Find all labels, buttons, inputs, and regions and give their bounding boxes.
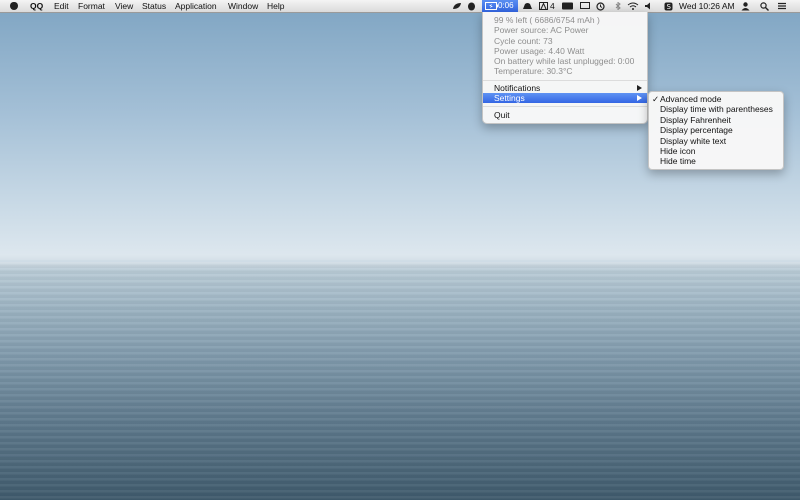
svg-text:S: S xyxy=(667,3,672,11)
volume-icon[interactable] xyxy=(645,2,652,10)
time-machine-icon[interactable] xyxy=(596,2,605,11)
leaf-icon[interactable] xyxy=(452,2,462,10)
skype-icon[interactable]: S xyxy=(664,2,673,11)
sea-texture xyxy=(0,262,800,500)
desktop-wallpaper xyxy=(0,0,800,500)
last-unplugged-info: On battery while last unplugged: 0:00 xyxy=(494,56,635,66)
advanced-mode-label: Advanced mode xyxy=(660,94,722,104)
menu-status[interactable]: Status xyxy=(142,0,166,12)
menu-help[interactable]: Help xyxy=(267,0,284,12)
power-usage-info: Power usage: 4.40 Watt xyxy=(494,46,585,56)
notifications-menu-item[interactable]: Notifications xyxy=(483,83,647,93)
menu-application[interactable]: Application xyxy=(175,0,217,12)
bluetooth-icon[interactable] xyxy=(615,2,621,10)
submenu-arrow-icon xyxy=(637,95,642,101)
advanced-mode-item[interactable]: ✓ Advanced mode xyxy=(649,94,783,104)
checkmark-icon: ✓ xyxy=(652,94,660,104)
menu-format[interactable]: Format xyxy=(78,0,105,12)
display-icon[interactable] xyxy=(580,2,590,10)
submenu-arrow-icon xyxy=(637,85,642,91)
settings-label: Settings xyxy=(494,93,525,103)
battery-icon xyxy=(485,2,498,10)
qq-penguin-icon[interactable] xyxy=(467,2,476,11)
menu-window[interactable]: Window xyxy=(228,0,258,12)
menubar-clock[interactable]: Wed 10:26 AM xyxy=(679,0,735,12)
display-percentage-item[interactable]: Display percentage xyxy=(649,125,783,135)
settings-submenu: ✓ Advanced mode Display time with parent… xyxy=(648,91,784,170)
settings-menu-item[interactable]: Settings xyxy=(483,93,647,103)
battery-dropdown-menu: 99 % left ( 6686/6754 mAh ) Power source… xyxy=(482,12,648,124)
menu-edit[interactable]: Edit xyxy=(54,0,69,12)
menu-bar: QQ Edit Format View Status Application W… xyxy=(0,0,800,13)
spotlight-search-icon[interactable] xyxy=(760,2,769,11)
display-fahrenheit-item[interactable]: Display Fahrenheit xyxy=(649,115,783,125)
list-icon[interactable] xyxy=(777,2,787,10)
cycle-count-info: Cycle count: 73 xyxy=(494,36,553,46)
temperature-info: Temperature: 30.3°C xyxy=(494,66,573,76)
display-white-text-item[interactable]: Display white text xyxy=(649,136,783,146)
menu-separator xyxy=(483,80,647,81)
power-source-info: Power source: AC Power xyxy=(494,25,589,35)
wifi-icon[interactable] xyxy=(627,2,639,10)
hide-icon-item[interactable]: Hide icon xyxy=(649,146,783,156)
user-icon[interactable] xyxy=(741,2,750,11)
menu-separator xyxy=(483,106,647,107)
hat-icon[interactable] xyxy=(522,2,533,10)
hide-time-item[interactable]: Hide time xyxy=(649,156,783,166)
menu-view[interactable]: View xyxy=(115,0,133,12)
adobe-icon[interactable] xyxy=(539,2,548,10)
quit-menu-item[interactable]: Quit xyxy=(483,110,647,120)
notifications-label: Notifications xyxy=(494,83,541,93)
apple-logo-icon[interactable] xyxy=(10,2,18,10)
keyboard-icon[interactable] xyxy=(562,2,573,10)
bluetooth-count: 4 xyxy=(550,1,555,11)
display-time-parentheses-item[interactable]: Display time with parentheses xyxy=(649,104,783,114)
app-menu-qq[interactable]: QQ xyxy=(30,0,43,12)
battery-time-text: 0:06 xyxy=(498,1,514,10)
battery-percent-info: 99 % left ( 6686/6754 mAh ) xyxy=(494,15,600,25)
